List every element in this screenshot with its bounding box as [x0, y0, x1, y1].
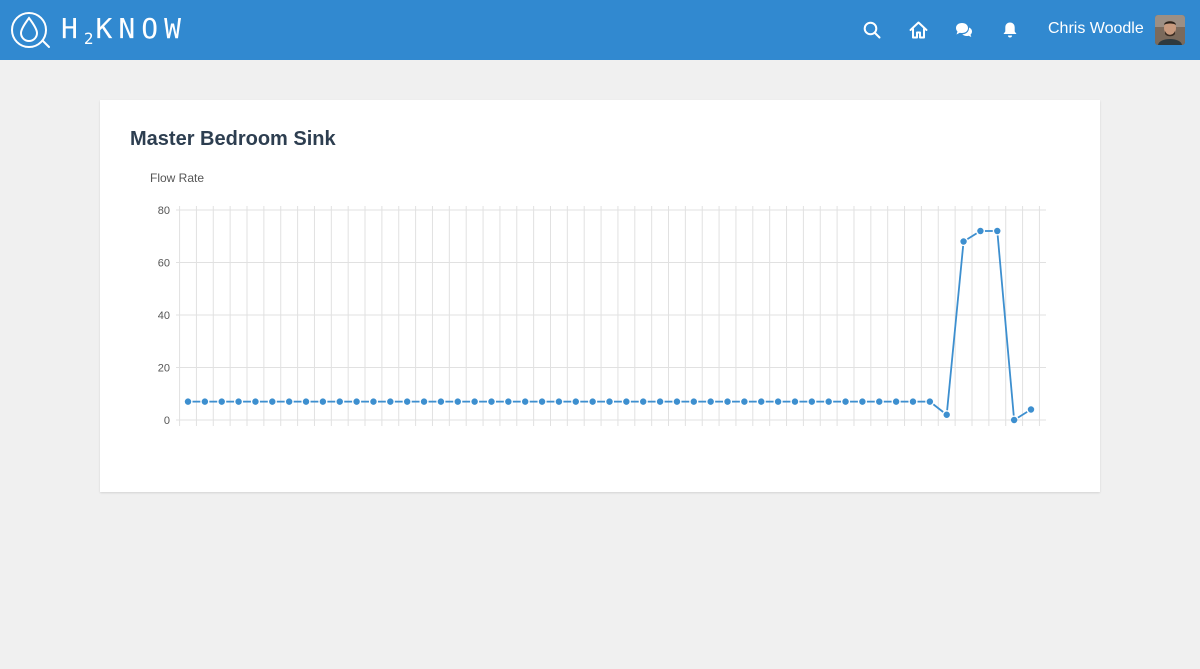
- data-point[interactable]: [960, 238, 967, 245]
- data-point[interactable]: [876, 398, 883, 405]
- data-point[interactable]: [673, 398, 681, 405]
- data-point[interactable]: [707, 398, 714, 405]
- data-point[interactable]: [387, 398, 394, 405]
- brand-letters-know: KNOW: [95, 12, 187, 45]
- data-point[interactable]: [791, 398, 799, 405]
- horizontal-gridlines: [176, 209, 1046, 421]
- series-line-group: [192, 230, 1028, 419]
- data-point[interactable]: [589, 398, 596, 405]
- vertical-gridlines: [179, 206, 1040, 426]
- data-point[interactable]: [1027, 406, 1035, 413]
- data-point[interactable]: [538, 398, 546, 405]
- data-point[interactable]: [892, 398, 900, 405]
- brand-subscript: 2: [83, 29, 96, 48]
- data-point[interactable]: [420, 398, 428, 405]
- data-point[interactable]: [353, 398, 360, 405]
- data-point[interactable]: [235, 398, 242, 405]
- notifications-button[interactable]: [998, 18, 1022, 42]
- brand-letter-h: H: [61, 12, 84, 45]
- data-point[interactable]: [522, 398, 529, 405]
- brand-name: H2KNOW: [61, 12, 187, 48]
- data-point[interactable]: [943, 411, 950, 418]
- data-point[interactable]: [505, 398, 512, 405]
- data-point[interactable]: [555, 398, 563, 405]
- y-tick-label: 80: [158, 205, 170, 217]
- data-point[interactable]: [606, 398, 613, 405]
- data-point[interactable]: [252, 398, 259, 405]
- device-chart-card: Master Bedroom Sink Flow Rate 0 20 40 60 80: [100, 100, 1100, 492]
- data-point[interactable]: [437, 398, 445, 405]
- home-button[interactable]: [906, 18, 930, 42]
- data-point[interactable]: [640, 398, 647, 405]
- data-point[interactable]: [201, 398, 209, 405]
- data-point[interactable]: [909, 398, 917, 405]
- top-navigation-bar: H2KNOW Chris Woodle: [0, 0, 1200, 60]
- y-tick-label: 40: [158, 310, 170, 322]
- data-point[interactable]: [808, 398, 816, 405]
- y-tick-label: 0: [164, 415, 170, 427]
- data-point[interactable]: [724, 398, 731, 405]
- data-point[interactable]: [488, 398, 495, 405]
- user-name[interactable]: Chris Woodle: [1048, 20, 1144, 38]
- data-point[interactable]: [336, 398, 343, 405]
- y-axis-ticks: 0 20 40 60 80: [158, 205, 170, 427]
- data-point[interactable]: [741, 398, 748, 405]
- data-point[interactable]: [859, 398, 866, 405]
- data-point[interactable]: [572, 398, 579, 405]
- data-point[interactable]: [319, 398, 327, 405]
- messages-button[interactable]: [952, 18, 976, 42]
- user-photo: [1155, 15, 1185, 45]
- data-point[interactable]: [774, 398, 782, 405]
- y-tick-label: 20: [158, 363, 170, 375]
- data-point[interactable]: [218, 398, 225, 405]
- data-point[interactable]: [623, 398, 630, 405]
- data-point[interactable]: [994, 227, 1001, 235]
- y-axis-label: Flow Rate: [150, 171, 204, 185]
- data-point[interactable]: [269, 398, 276, 405]
- data-point[interactable]: [656, 398, 664, 405]
- water-drop-logo-icon: [11, 12, 50, 48]
- data-point[interactable]: [471, 398, 478, 405]
- data-point[interactable]: [842, 398, 849, 405]
- data-point[interactable]: [285, 398, 293, 405]
- home-icon: [909, 21, 927, 39]
- y-tick-label: 60: [158, 258, 170, 270]
- data-point[interactable]: [690, 398, 697, 405]
- search-icon: [863, 21, 881, 39]
- series-points-group: [184, 227, 1035, 424]
- data-point[interactable]: [184, 398, 192, 405]
- search-button[interactable]: [860, 18, 884, 42]
- data-point[interactable]: [926, 398, 934, 405]
- data-point[interactable]: [825, 398, 832, 405]
- data-point[interactable]: [370, 398, 377, 405]
- chat-bubbles-icon: [956, 23, 972, 37]
- flow-rate-chart: Flow Rate 0 20 40 60 80: [150, 171, 1046, 427]
- brand-logo[interactable]: H2KNOW: [9, 10, 187, 50]
- data-point[interactable]: [403, 398, 411, 405]
- data-point[interactable]: [977, 227, 984, 235]
- data-point[interactable]: [1010, 416, 1018, 424]
- data-point[interactable]: [454, 398, 461, 405]
- avatar[interactable]: [1155, 15, 1185, 45]
- data-point[interactable]: [302, 398, 310, 405]
- data-point[interactable]: [758, 398, 765, 405]
- bell-icon: [1003, 22, 1017, 38]
